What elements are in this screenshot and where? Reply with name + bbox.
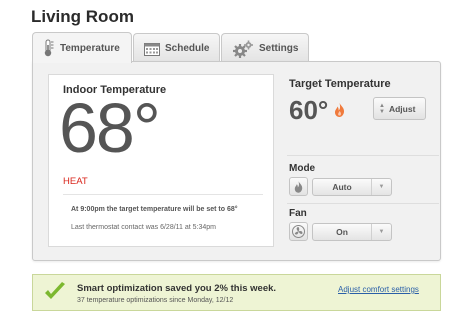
adjust-button[interactable]: ▲ ▼ Adjust	[373, 97, 426, 120]
tab-label: Schedule	[165, 43, 210, 54]
up-down-arrows-icon: ▲ ▼	[379, 102, 385, 115]
thermometer-icon	[43, 39, 55, 57]
mode-select[interactable]: Auto ▼	[312, 178, 392, 196]
tab-settings[interactable]: Settings	[221, 33, 309, 63]
tab-temperature[interactable]: Temperature	[32, 32, 132, 63]
checkmark-icon	[42, 279, 68, 310]
last-contact-note: Last thermostat contact was 6/28/11 at 5…	[71, 224, 217, 231]
adjust-button-label: Adjust	[388, 103, 416, 114]
flame-icon	[294, 180, 303, 193]
mode-heat-icon-button[interactable]	[289, 177, 308, 196]
fan-icon	[292, 225, 305, 238]
gears-icon	[232, 40, 254, 58]
mode-label: Mode	[289, 163, 316, 174]
divider	[63, 194, 263, 195]
fan-label: Fan	[289, 208, 307, 219]
tab-label: Temperature	[60, 42, 120, 54]
schedule-note: At 9:00pm the target temperature will be…	[71, 206, 238, 213]
fan-select[interactable]: On ▼	[312, 223, 392, 241]
divider	[287, 203, 439, 204]
chevron-down-icon: ▼	[371, 224, 391, 240]
calendar-icon	[144, 42, 160, 56]
fan-icon-button[interactable]	[289, 222, 308, 241]
optimization-banner: Smart optimization saved you 2% this wee…	[32, 274, 441, 311]
divider	[287, 155, 439, 156]
indoor-temperature-card: Indoor Temperature 68° HEAT At 9:00pm th…	[48, 74, 274, 247]
adjust-comfort-settings-link[interactable]: Adjust comfort settings	[338, 285, 419, 294]
target-temperature-value: 60°	[289, 95, 329, 125]
mode-select-value: Auto	[332, 182, 352, 192]
chevron-down-icon: ▼	[371, 179, 391, 195]
indoor-temperature-value: 68°	[59, 89, 161, 167]
target-temperature-label: Target Temperature	[289, 78, 391, 90]
tab-label: Settings	[259, 43, 299, 54]
banner-title: Smart optimization saved you 2% this wee…	[77, 283, 277, 294]
tab-schedule[interactable]: Schedule	[133, 33, 220, 63]
flame-icon	[334, 103, 345, 122]
banner-subtitle: 37 temperature optimizations since Monda…	[77, 297, 234, 304]
heat-status: HEAT	[63, 176, 88, 187]
page-title: Living Room	[31, 7, 134, 26]
fan-select-value: On	[336, 227, 348, 237]
